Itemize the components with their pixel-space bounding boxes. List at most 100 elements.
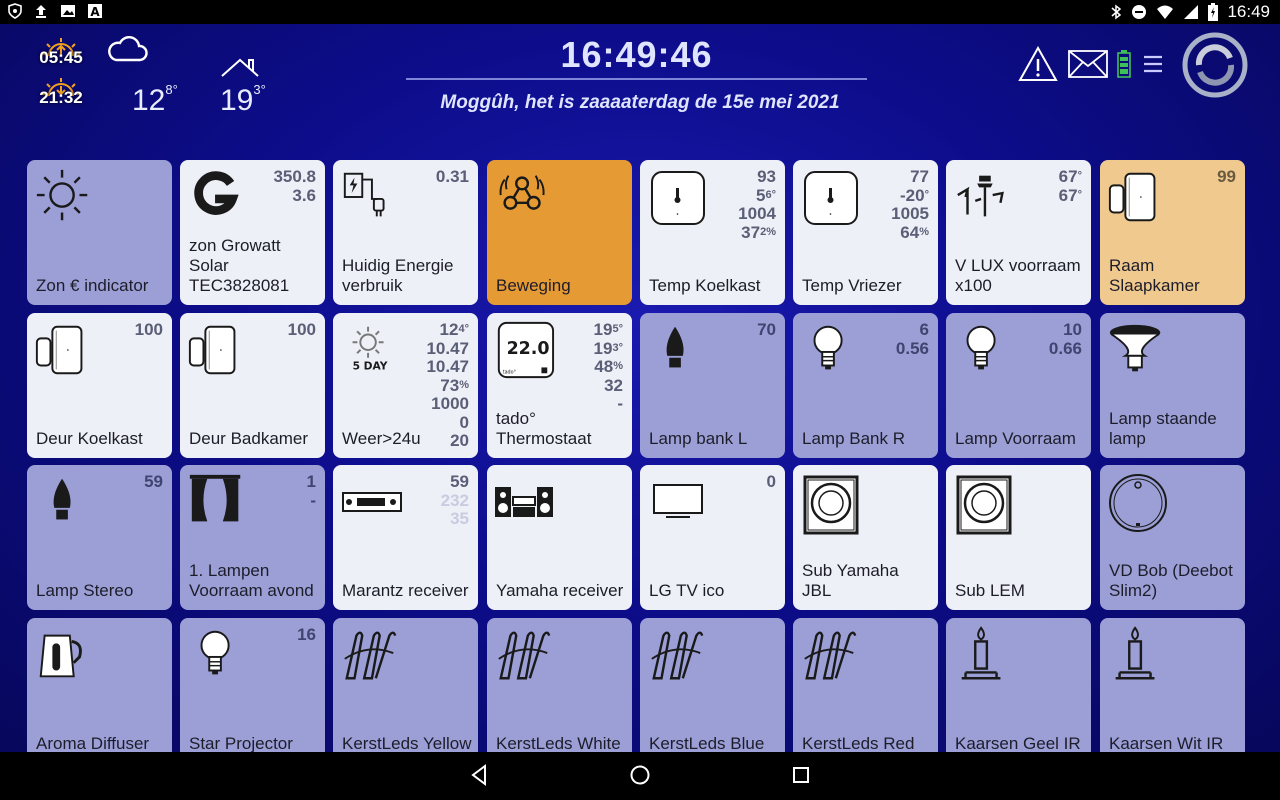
device-tile[interactable]: 77 -20° 1005 64% Temp Vriezer xyxy=(793,160,938,305)
tile-label: Kaarsen Wit IR xyxy=(1109,734,1224,752)
tile-values: 59 xyxy=(144,472,163,492)
tile-label: Beweging xyxy=(496,276,571,295)
five-day-weather-icon: 5 DAY xyxy=(352,326,388,372)
tile-value: 10.47 xyxy=(426,338,469,358)
device-tile[interactable]: KerstLeds Blue xyxy=(640,618,785,752)
device-tile[interactable]: Lamp staande lamp xyxy=(1100,313,1245,458)
subwoofer-icon xyxy=(803,475,859,535)
tile-label: V LUX voorraam x100 xyxy=(955,256,1081,295)
tile-label: tado° Thermostaat xyxy=(496,409,592,448)
tile-value: 0.56 xyxy=(895,338,929,358)
device-tile[interactable]: Kaarsen Wit IR xyxy=(1100,618,1245,752)
back-icon[interactable] xyxy=(470,764,488,786)
sunrise-widget: 05:45 xyxy=(38,36,84,68)
tile-label: VD Bob (Deebot Slim2) xyxy=(1109,561,1233,600)
device-tile[interactable]: Sub Yamaha JBL xyxy=(793,465,938,610)
home-icon[interactable] xyxy=(629,764,651,786)
image-icon xyxy=(60,3,76,19)
upload-icon xyxy=(34,3,48,19)
sunset-widget: 21:32 xyxy=(38,76,84,108)
recents-icon[interactable] xyxy=(792,766,810,784)
tile-value: 59 xyxy=(450,472,469,491)
thermostat-icon: tado° 22.0 xyxy=(497,321,555,379)
device-tile[interactable]: Kaarsen Geel IR xyxy=(946,618,1091,752)
device-tile[interactable]: 6 0.56 Lamp Bank R xyxy=(793,313,938,458)
device-tile[interactable]: Beweging xyxy=(487,160,632,305)
menu-icon[interactable] xyxy=(1143,54,1163,74)
battery-icon[interactable] xyxy=(1116,49,1132,79)
tile-value: 1004 xyxy=(738,204,776,223)
app-a-icon: A xyxy=(88,4,102,18)
cloud-icon[interactable] xyxy=(106,34,148,64)
device-tile[interactable]: tado° 22.0 195° 193° 48% 32- tado° Thermostaat xyxy=(487,313,632,458)
tile-values: 70 xyxy=(757,320,776,340)
device-tile[interactable]: 70 Lamp bank L xyxy=(640,313,785,458)
device-tile[interactable]: 93 56° 1004 372% Temp Koelkast xyxy=(640,160,785,305)
status-bar: A 16:49 xyxy=(0,0,1280,24)
energy-plug-icon xyxy=(343,172,385,217)
device-tile[interactable]: 0 LG TV ico xyxy=(640,465,785,610)
clock-divider xyxy=(406,78,867,80)
device-tile[interactable]: Yamaha receiver xyxy=(487,465,632,610)
tile-label: 1. Lampen Voorraam avond xyxy=(189,561,314,600)
device-tile[interactable]: 10 0.66 Lamp Voorraam xyxy=(946,313,1091,458)
device-tile[interactable]: 5 DAY 124° 10.47 10.47 73% 1000 0 20 Weer>24u xyxy=(333,313,478,458)
svg-text:A: A xyxy=(90,5,100,18)
tile-values: 0.31 xyxy=(436,167,469,187)
tile-label: Yamaha receiver xyxy=(496,581,624,600)
door-sensor-icon xyxy=(188,325,236,375)
device-tile[interactable]: 59 Lamp Stereo xyxy=(27,465,172,610)
warning-icon[interactable] xyxy=(1018,46,1058,82)
tile-label: Marantz receiver xyxy=(342,581,469,600)
device-tile[interactable]: 1- 1. Lampen Voorraam avond xyxy=(180,465,325,610)
tile-values: 67° 67° xyxy=(1059,167,1082,205)
tile-value: 73% xyxy=(440,375,469,395)
temperature-sensor-icon xyxy=(651,171,705,225)
device-tile[interactable]: Aroma Diffuser xyxy=(27,618,172,752)
device-tile[interactable]: Zon € indicator xyxy=(27,160,172,305)
tile-value: 350.8 xyxy=(273,167,316,186)
device-tile[interactable]: VD Bob (Deebot Slim2) xyxy=(1100,465,1245,610)
tile-values: 59 232 35 xyxy=(441,472,469,529)
device-tile[interactable]: 100 Deur Badkamer xyxy=(180,313,325,458)
kettle-icon xyxy=(39,634,82,678)
device-tile[interactable]: 350.8 3.6 zon Growatt Solar TEC3828081 xyxy=(180,160,325,305)
outdoor-temperature[interactable]: 128° xyxy=(132,82,178,118)
tile-values: 16 xyxy=(297,625,316,645)
tile-value: 1005 xyxy=(891,204,929,223)
tile-value: 100 xyxy=(287,320,316,339)
device-tile[interactable]: 0.31 Huidig Energie verbruik xyxy=(333,160,478,305)
device-tile[interactable]: 59 232 35 Marantz receiver xyxy=(333,465,478,610)
tile-value: 10 xyxy=(1063,320,1082,339)
indoor-temperature[interactable]: 193° xyxy=(220,82,266,118)
subwoofer-icon xyxy=(956,475,1012,535)
tile-value: 124° xyxy=(439,320,469,339)
device-tile[interactable]: KerstLeds Yellow xyxy=(333,618,478,752)
device-tile[interactable]: KerstLeds White xyxy=(487,618,632,752)
bulb-icon xyxy=(200,630,230,675)
device-tile[interactable]: Sub LEM xyxy=(946,465,1091,610)
tile-label: KerstLeds Yellow xyxy=(342,734,472,752)
tile-value: 193° xyxy=(593,338,623,358)
tile-value: 10.47 xyxy=(426,357,469,376)
svg-text:tado°: tado° xyxy=(503,369,516,375)
device-tile[interactable]: 16 Star Projector xyxy=(180,618,325,752)
door-sensor-icon xyxy=(1108,172,1156,222)
weather-station-icon xyxy=(957,175,1004,217)
device-tile[interactable]: 67° 67° V LUX voorraam x100 xyxy=(946,160,1091,305)
device-tile[interactable]: 100 Deur Koelkast xyxy=(27,313,172,458)
temperature-sensor-icon xyxy=(804,171,858,225)
device-tile[interactable]: 99 Raam Slaapkamer xyxy=(1100,160,1245,305)
sun-icon xyxy=(36,169,88,221)
app-logo-icon[interactable] xyxy=(1182,32,1248,98)
tile-value: 48% xyxy=(594,357,623,376)
spot-bulb-icon xyxy=(1109,324,1161,372)
robot-vacuum-icon xyxy=(1109,474,1167,532)
receiver-icon xyxy=(342,492,402,512)
device-tile[interactable]: KerstLeds Red xyxy=(793,618,938,752)
mail-icon[interactable] xyxy=(1068,50,1108,78)
tile-value: 1 xyxy=(306,472,316,491)
tile-value: 99 xyxy=(1217,167,1236,186)
tile-label: Temp Koelkast xyxy=(649,276,761,295)
stereo-system-icon xyxy=(495,487,553,517)
